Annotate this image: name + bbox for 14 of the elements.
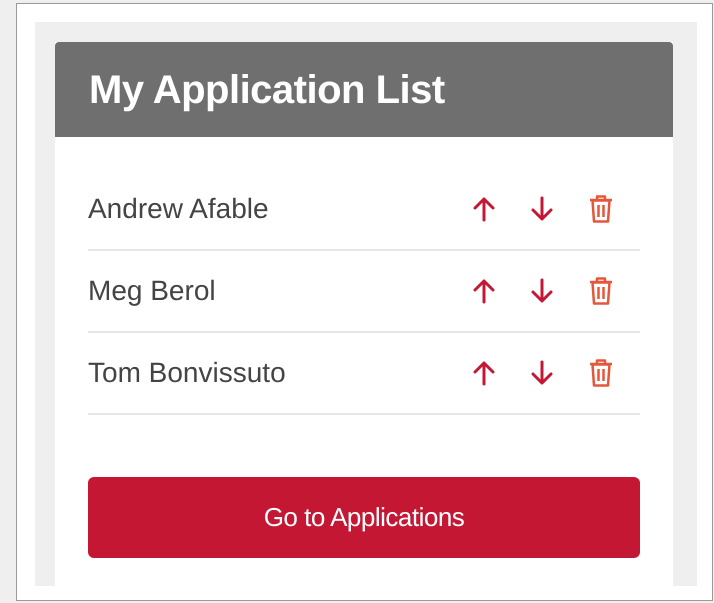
trash-icon[interactable] bbox=[588, 194, 614, 224]
applicant-name: Andrew Afable bbox=[88, 192, 270, 226]
trash-icon[interactable] bbox=[588, 358, 614, 388]
arrow-up-icon[interactable] bbox=[472, 278, 496, 304]
go-to-applications-button[interactable]: Go to Applications bbox=[88, 477, 640, 558]
trash-icon[interactable] bbox=[588, 276, 614, 306]
applicant-name: Tom Bonvissuto bbox=[88, 356, 287, 390]
arrow-down-icon[interactable] bbox=[530, 278, 554, 304]
arrow-up-icon[interactable] bbox=[472, 360, 496, 386]
arrow-up-icon[interactable] bbox=[472, 196, 496, 222]
applicant-name: Meg Berol bbox=[88, 274, 217, 308]
arrow-down-icon[interactable] bbox=[530, 196, 554, 222]
arrow-down-icon[interactable] bbox=[530, 360, 554, 386]
card-title: My Application List bbox=[89, 66, 445, 114]
